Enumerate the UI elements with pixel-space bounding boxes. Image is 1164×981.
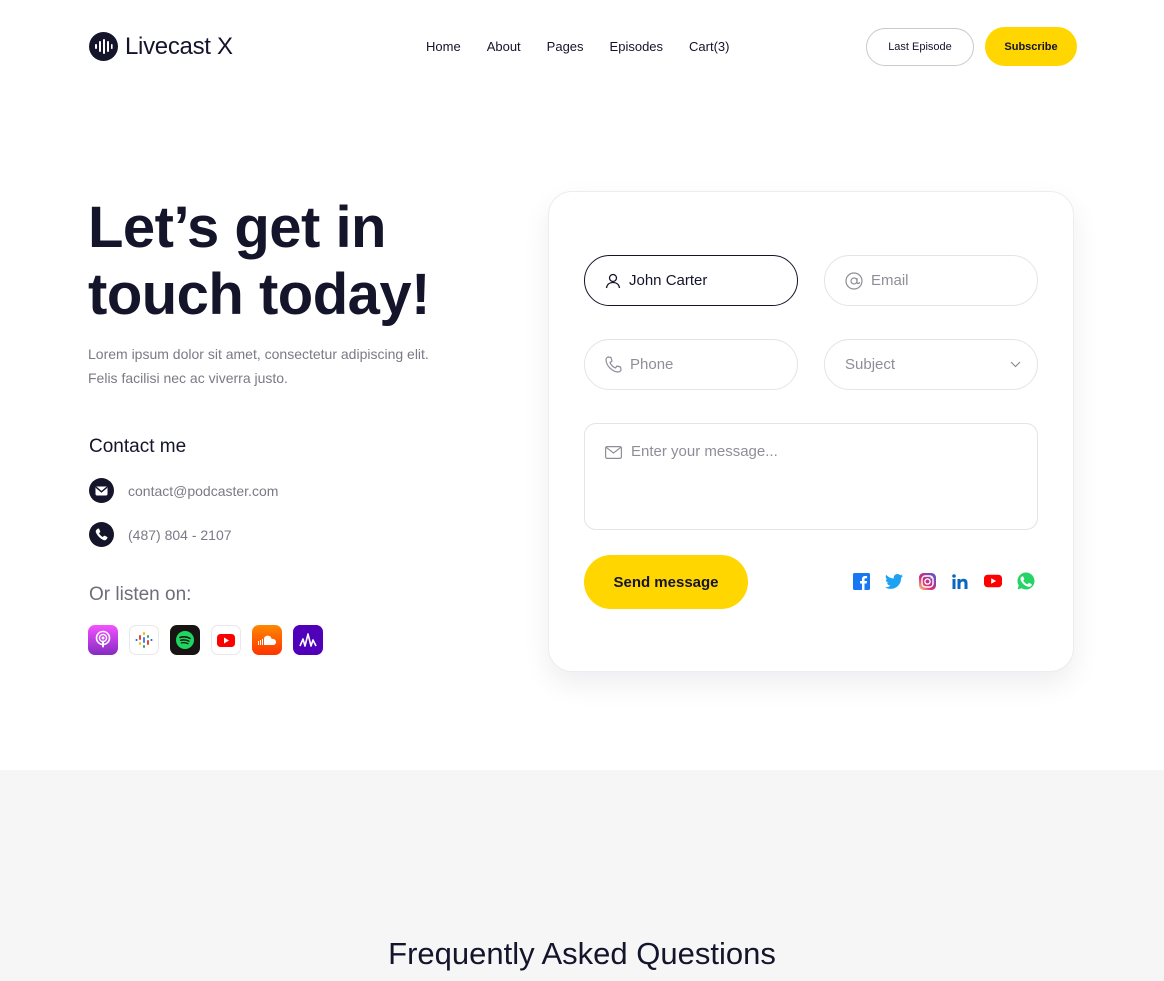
nav-about[interactable]: About	[487, 39, 521, 54]
facebook-icon[interactable]	[852, 572, 870, 590]
spotify-icon[interactable]	[170, 625, 200, 655]
subject-select[interactable]: Subject	[824, 339, 1038, 390]
last-episode-button[interactable]: Last Episode	[866, 28, 974, 66]
podcast-platforms	[88, 625, 323, 655]
youtube-social-icon[interactable]	[984, 572, 1002, 590]
description-line-2: Felis facilisi nec ac viverra justo.	[88, 370, 288, 386]
youtube-icon[interactable]	[211, 625, 241, 655]
subject-placeholder: Subject	[845, 356, 896, 373]
name-field[interactable]	[584, 255, 798, 306]
hero-description: Lorem ipsum dolor sit amet, consectetur …	[88, 342, 488, 390]
contact-phone[interactable]: (487) 804 - 2107	[128, 527, 232, 543]
name-input[interactable]	[629, 272, 779, 289]
description-line-1: Lorem ipsum dolor sit amet, consectetur …	[88, 346, 429, 362]
listen-label: Or listen on:	[89, 584, 192, 605]
user-icon	[605, 273, 621, 288]
title-line-2: touch today!	[88, 262, 430, 327]
title-line-1: Let’s get in	[88, 195, 387, 260]
message-input[interactable]	[631, 443, 1011, 513]
nav-episodes[interactable]: Episodes	[610, 39, 663, 54]
mail-icon	[89, 478, 114, 503]
faq-title: Frequently Asked Questions	[388, 936, 776, 971]
email-field[interactable]	[824, 255, 1038, 306]
faq-section: Frequently Asked Questions	[0, 770, 1164, 981]
email-input[interactable]	[871, 272, 1021, 289]
at-sign-icon	[845, 271, 863, 290]
send-message-button[interactable]: Send message	[584, 555, 748, 609]
contact-phone-row: (487) 804 - 2107	[89, 522, 232, 547]
instagram-icon[interactable]	[918, 572, 936, 590]
linkedin-icon[interactable]	[951, 572, 969, 590]
anchor-icon[interactable]	[293, 625, 323, 655]
apple-podcasts-icon[interactable]	[88, 625, 118, 655]
google-podcasts-icon[interactable]	[129, 625, 159, 655]
contact-email-row: contact@podcaster.com	[89, 478, 278, 503]
message-field[interactable]	[584, 423, 1038, 530]
soundcloud-icon[interactable]	[252, 625, 282, 655]
nav-pages[interactable]: Pages	[547, 39, 584, 54]
phone-icon	[89, 522, 114, 547]
twitter-icon[interactable]	[885, 572, 903, 590]
social-links	[852, 572, 1035, 590]
whatsapp-icon[interactable]	[1017, 572, 1035, 590]
contact-heading: Contact me	[89, 436, 187, 457]
chevron-down-icon	[1010, 361, 1021, 368]
phone-field[interactable]	[584, 339, 798, 390]
site-header: Livecast X Home About Pages Episodes Car…	[0, 0, 1164, 94]
subscribe-button[interactable]: Subscribe	[985, 27, 1077, 66]
logo-soundwave-icon	[89, 32, 118, 61]
nav-cart[interactable]: Cart(3)	[689, 39, 729, 54]
envelope-icon	[605, 446, 622, 459]
logo-text: Livecast X	[125, 32, 233, 60]
phone-input[interactable]	[630, 356, 780, 373]
nav-home[interactable]: Home	[426, 39, 461, 54]
phone-outline-icon	[605, 356, 622, 373]
logo[interactable]: Livecast X	[89, 32, 233, 61]
main-nav: Home About Pages Episodes Cart(3)	[426, 39, 729, 54]
page-title: Let’s get in touch today!	[88, 194, 508, 328]
contact-email[interactable]: contact@podcaster.com	[128, 483, 278, 499]
